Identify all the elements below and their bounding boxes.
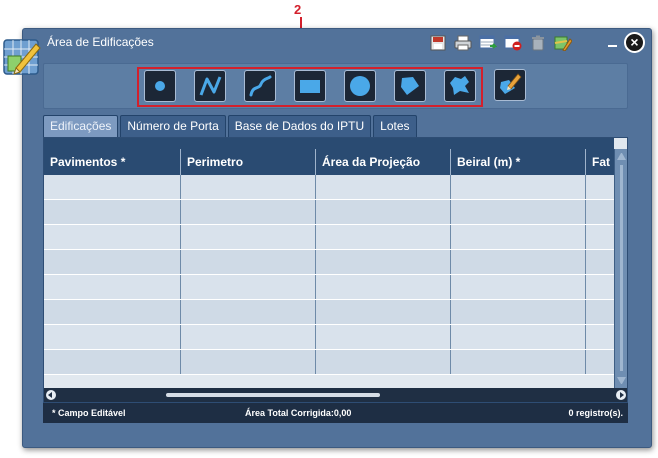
scroll-track[interactable] [620, 165, 623, 371]
dialog-window: Área de Edificações × Edificações Número… [22, 28, 652, 448]
horizontal-scrollbar[interactable] [44, 388, 627, 402]
rectangle-tool[interactable] [294, 70, 326, 102]
save-icon[interactable] [428, 33, 448, 53]
edit-polygon-icon [500, 73, 522, 94]
tab-edificacoes[interactable]: Edificações [43, 115, 119, 138]
editable-field-note: * Campo Editável [52, 408, 126, 418]
grid-header: Pavimentos * Perimetro Área da Projeção … [44, 149, 614, 175]
grid-body [44, 175, 614, 388]
area-total: Área Total Corrigida:0,00 [245, 408, 352, 418]
column-header-pavimentos[interactable]: Pavimentos * [44, 149, 181, 175]
scroll-up-icon[interactable] [617, 153, 626, 160]
polyline-icon [199, 76, 222, 96]
point-tool[interactable] [144, 70, 176, 102]
table-row[interactable] [44, 225, 614, 250]
freeform-tool[interactable] [444, 70, 476, 102]
title-toolbar [428, 33, 573, 53]
tab-base-dados-iptu[interactable]: Base de Dados do IPTU [227, 115, 372, 137]
data-grid: Pavimentos * Perimetro Área da Projeção … [43, 137, 628, 403]
grid-header-band [44, 138, 614, 149]
minimize-button[interactable] [607, 35, 619, 49]
rectangle-icon [300, 80, 320, 93]
circle-icon [350, 76, 370, 96]
tab-bar: Edificações Número de Porta Base de Dado… [43, 115, 417, 138]
table-row[interactable] [44, 275, 614, 300]
column-header-beiral[interactable]: Beiral (m) * [451, 149, 586, 175]
table-remove-icon[interactable] [503, 33, 523, 53]
print-icon[interactable] [453, 33, 473, 53]
edit-polygon-tool[interactable] [494, 69, 526, 101]
close-button[interactable]: × [624, 32, 645, 53]
freeform-icon [450, 76, 469, 95]
scroll-down-icon[interactable] [617, 377, 626, 384]
record-count: 0 registro(s). [568, 408, 623, 418]
table-export-icon[interactable] [478, 33, 498, 53]
point-icon [155, 81, 165, 91]
table-row[interactable] [44, 350, 614, 375]
scroll-thumb[interactable] [166, 393, 380, 397]
scroll-right-icon[interactable] [616, 390, 626, 400]
map-edit-icon[interactable] [553, 33, 573, 53]
curve-tool[interactable] [244, 70, 276, 102]
scroll-left-icon[interactable] [46, 390, 56, 400]
tab-numero-de-porta[interactable]: Número de Porta [120, 115, 226, 137]
polygon-icon [401, 77, 419, 95]
window-title: Área de Edificações [47, 35, 154, 49]
table-row[interactable] [44, 175, 614, 200]
circle-tool[interactable] [344, 70, 376, 102]
table-row[interactable] [44, 250, 614, 275]
tab-lotes[interactable]: Lotes [373, 115, 417, 137]
vertical-scrollbar[interactable] [614, 149, 627, 388]
building-area-app-icon [2, 38, 42, 78]
column-header-fat[interactable]: Fat [586, 149, 614, 175]
table-row[interactable] [44, 325, 614, 350]
callout-number: 2 [294, 2, 302, 17]
table-row[interactable] [44, 200, 614, 225]
polygon-tool[interactable] [394, 70, 426, 102]
status-bar: * Campo Editável Área Total Corrigida:0,… [43, 403, 628, 423]
line-tool[interactable] [194, 70, 226, 102]
column-header-perimetro[interactable]: Perimetro [181, 149, 316, 175]
curve-icon [249, 75, 272, 97]
table-row[interactable] [44, 300, 614, 325]
trash-icon[interactable] [528, 33, 548, 53]
column-header-area-projecao[interactable]: Área da Projeção [316, 149, 451, 175]
